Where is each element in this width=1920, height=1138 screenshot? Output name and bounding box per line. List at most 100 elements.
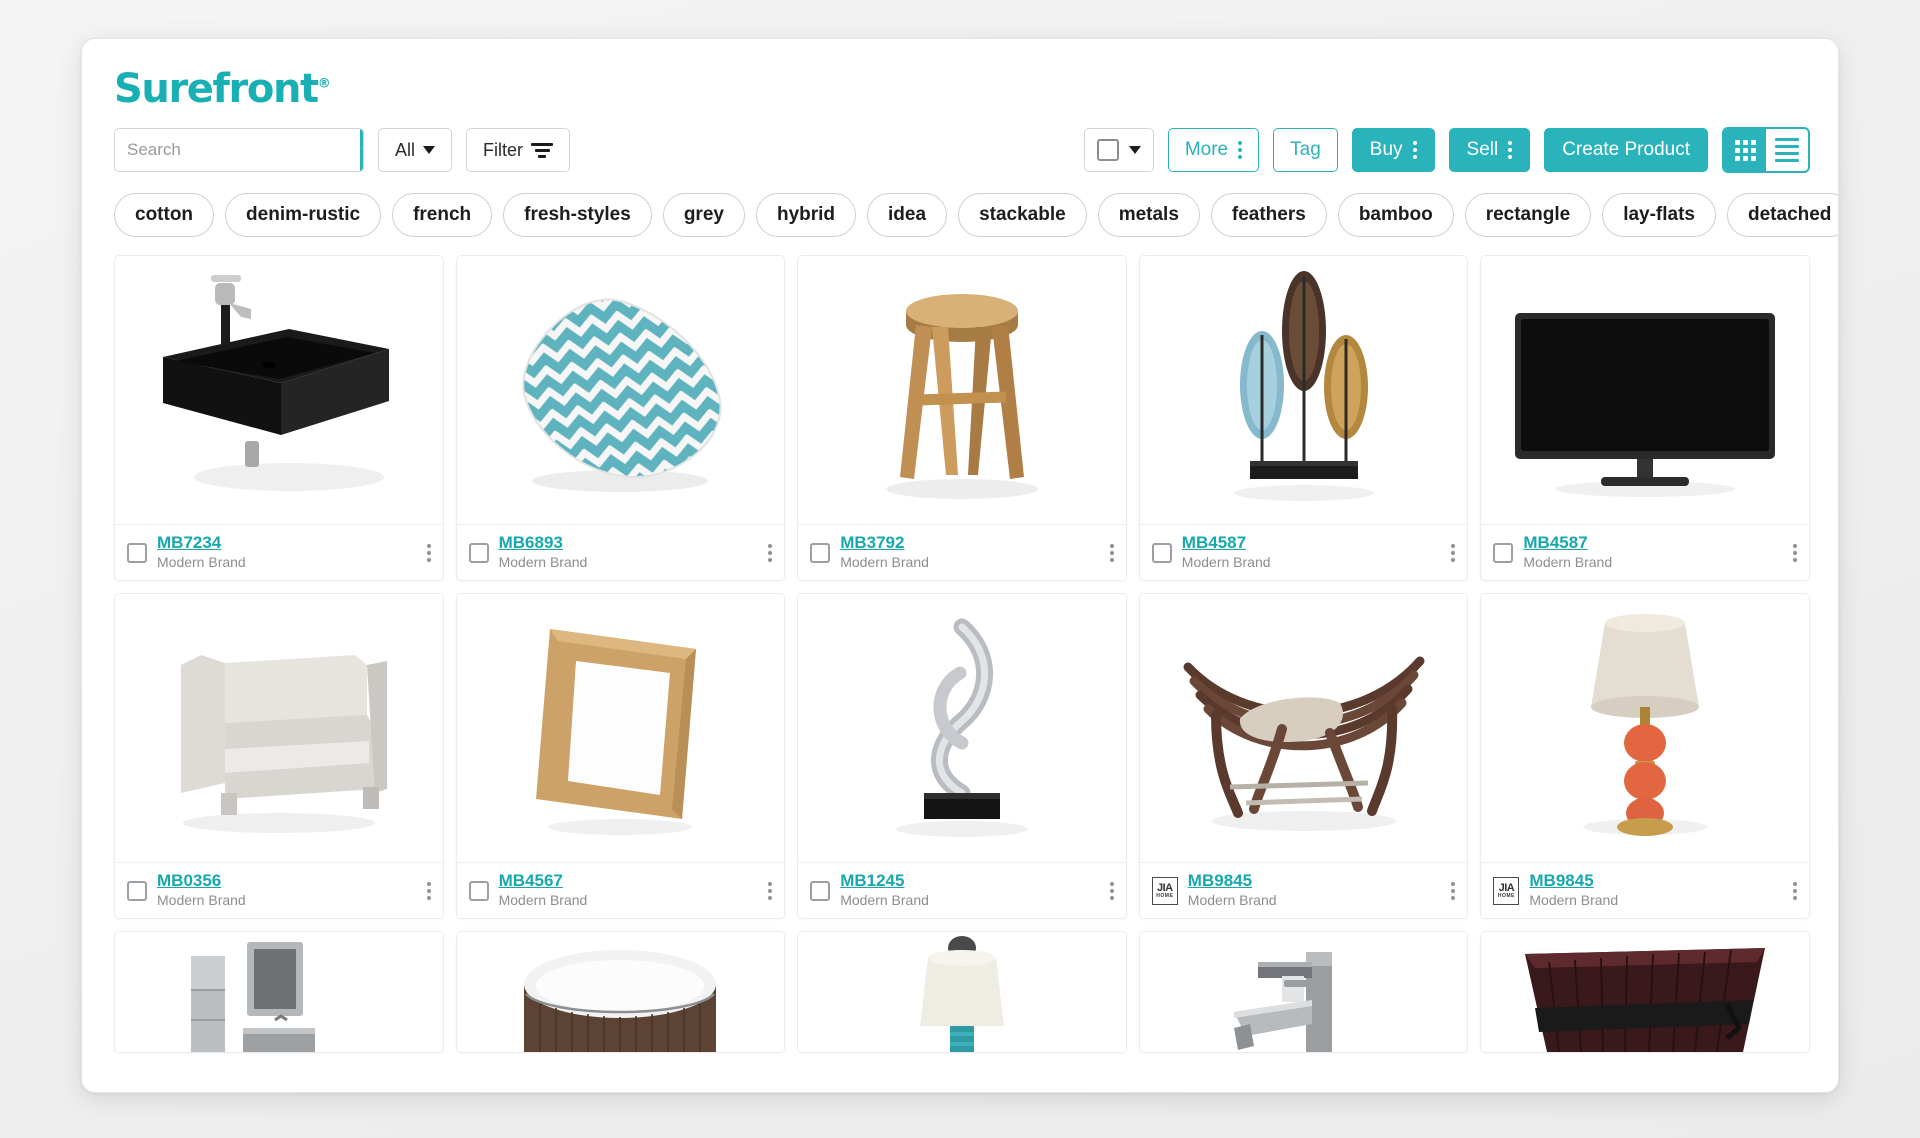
product-card[interactable]: MB6893 Modern Brand	[455, 255, 786, 581]
product-card[interactable]: MB3792 Modern Brand	[797, 255, 1127, 581]
product-select-checkbox[interactable]	[1151, 542, 1172, 563]
product-sku-link[interactable]: MB1245	[840, 872, 1100, 891]
kebab-menu-icon[interactable]	[1109, 881, 1114, 900]
product-brand: Modern Brand	[1523, 554, 1613, 571]
kebab-menu-icon[interactable]	[768, 881, 773, 900]
product-image	[1481, 594, 1809, 862]
product-card-footer: MB0356 Modern Brand	[115, 862, 443, 918]
tag-chip[interactable]: denim-rustic	[225, 193, 382, 237]
bathroom-vanity-image	[190, 942, 315, 1052]
tag-chip[interactable]: bamboo	[1337, 193, 1454, 237]
product-select-checkbox[interactable]	[127, 880, 147, 901]
logo-text: Surefront	[114, 66, 319, 112]
product-sku-link[interactable]: MB9845	[1188, 872, 1442, 891]
tag-chip-row: cotton denim-rustic french fresh-styles …	[82, 173, 1838, 237]
filter-button[interactable]: Filter	[466, 128, 571, 172]
flat-screen-tv-image	[1515, 313, 1776, 497]
product-sku-link[interactable]: MB6893	[499, 534, 759, 553]
product-sku-link[interactable]: MB3792	[840, 534, 1100, 553]
product-card[interactable]	[797, 931, 1127, 1053]
product-select-checkbox[interactable]	[468, 880, 489, 901]
tag-chip[interactable]: hybrid	[755, 193, 857, 237]
product-sku-link[interactable]: MB9845	[1529, 872, 1783, 891]
dark-wood-tub-image	[1525, 948, 1766, 1052]
kebab-menu-icon[interactable]	[1451, 881, 1456, 900]
tag-chip[interactable]: grey	[662, 193, 745, 237]
wood-stool-image	[885, 294, 1038, 499]
product-card[interactable]: MB1245 Modern Brand	[797, 593, 1127, 919]
buy-button[interactable]: Buy	[1351, 128, 1435, 172]
product-card[interactable]	[114, 931, 444, 1053]
tag-chip[interactable]: detached	[1727, 193, 1838, 237]
search-button[interactable]	[360, 129, 363, 171]
more-button[interactable]: More	[1167, 128, 1260, 172]
product-image	[1481, 256, 1809, 524]
product-card-footer: MB1245 Modern Brand	[798, 862, 1126, 918]
tag-chip[interactable]: cotton	[114, 193, 215, 237]
kebab-menu-icon[interactable]	[426, 881, 431, 900]
product-card[interactable]	[1138, 931, 1469, 1053]
product-select-checkbox[interactable]	[468, 542, 489, 563]
silver-sculpture-image	[895, 618, 1028, 837]
product-row: MB7234 Modern Brand MB6893 Modern Brand …	[114, 255, 1810, 581]
product-card[interactable]: MB7234 Modern Brand	[114, 255, 444, 581]
tag-chip[interactable]: feathers	[1210, 193, 1327, 237]
create-product-button[interactable]: Create Product	[1544, 128, 1708, 172]
surefront-logo[interactable]: Surefront®	[114, 69, 331, 109]
product-brand: Modern Brand	[157, 892, 246, 909]
select-all-dropdown[interactable]	[1083, 128, 1154, 172]
product-sku-link[interactable]: MB7234	[157, 534, 417, 553]
product-select-checkbox[interactable]	[810, 542, 831, 563]
product-sku-link[interactable]: MB4567	[499, 872, 759, 891]
checkbox-icon[interactable]	[1096, 139, 1119, 161]
tag-chip[interactable]: fresh-styles	[503, 193, 652, 237]
product-sku-link[interactable]: MB4587	[1523, 534, 1783, 553]
kebab-menu-icon[interactable]	[1793, 543, 1797, 562]
grid-view-button[interactable]	[1724, 129, 1766, 171]
product-select-checkbox[interactable]	[1493, 542, 1514, 563]
scope-select[interactable]: All	[378, 128, 453, 172]
kebab-menu-icon[interactable]	[426, 543, 431, 562]
product-card[interactable]: MB4587 Modern Brand	[1480, 255, 1810, 581]
kebab-menu-icon[interactable]	[1109, 543, 1114, 562]
search-input[interactable]	[115, 129, 360, 171]
toolbar: All Filter More Tag Buy Sell Cre	[82, 109, 1838, 173]
product-sku-link[interactable]: MB0356	[157, 872, 417, 891]
app-window: Surefront® All Filter More	[81, 38, 1839, 1093]
list-view-button[interactable]	[1766, 129, 1808, 171]
product-card[interactable]	[455, 931, 786, 1053]
kebab-menu-icon[interactable]	[1793, 881, 1797, 900]
kebab-menu-icon	[1238, 141, 1243, 159]
tag-chip[interactable]: rectangle	[1464, 193, 1592, 237]
product-card[interactable]: JIA HOME MB9845 Modern Brand	[1480, 593, 1810, 919]
product-meta: MB9845 Modern Brand	[1188, 872, 1442, 908]
tag-chip[interactable]: idea	[867, 193, 948, 237]
product-card[interactable]: MB4567 Modern Brand	[455, 593, 786, 919]
tag-chip[interactable]: metals	[1097, 193, 1200, 237]
product-card[interactable]: MB4587 Modern Brand	[1138, 255, 1469, 581]
product-image	[456, 256, 785, 524]
kebab-menu-icon[interactable]	[1451, 543, 1456, 562]
product-image	[1139, 932, 1468, 1052]
tag-chip[interactable]: lay-flats	[1602, 193, 1716, 237]
product-brand: Modern Brand	[1181, 554, 1271, 571]
product-meta: MB7234 Modern Brand	[157, 534, 417, 570]
product-select-checkbox[interactable]	[127, 542, 147, 563]
product-brand: Modern Brand	[157, 554, 246, 571]
tag-chip[interactable]: french	[392, 193, 493, 237]
product-card[interactable]: MB0356 Modern Brand	[114, 593, 444, 919]
search-box	[114, 128, 364, 172]
product-select-checkbox[interactable]	[810, 880, 831, 901]
teal-table-lamp-image	[919, 936, 1004, 1052]
jia-home-brandmark: JIA HOME	[1493, 876, 1520, 905]
product-card[interactable]	[1480, 931, 1810, 1053]
tag-chip[interactable]: stackable	[958, 193, 1087, 237]
sell-button[interactable]: Sell	[1448, 128, 1531, 172]
tag-button[interactable]: Tag	[1273, 128, 1338, 172]
coral-ball-lamp-image	[1583, 614, 1708, 836]
view-toggle[interactable]	[1722, 127, 1810, 173]
product-card[interactable]: JIA HOME MB9845 Modern Brand	[1138, 593, 1469, 919]
kebab-menu-icon[interactable]	[768, 543, 773, 562]
black-wall-sink-image	[162, 275, 389, 491]
product-sku-link[interactable]: MB4587	[1182, 534, 1442, 553]
